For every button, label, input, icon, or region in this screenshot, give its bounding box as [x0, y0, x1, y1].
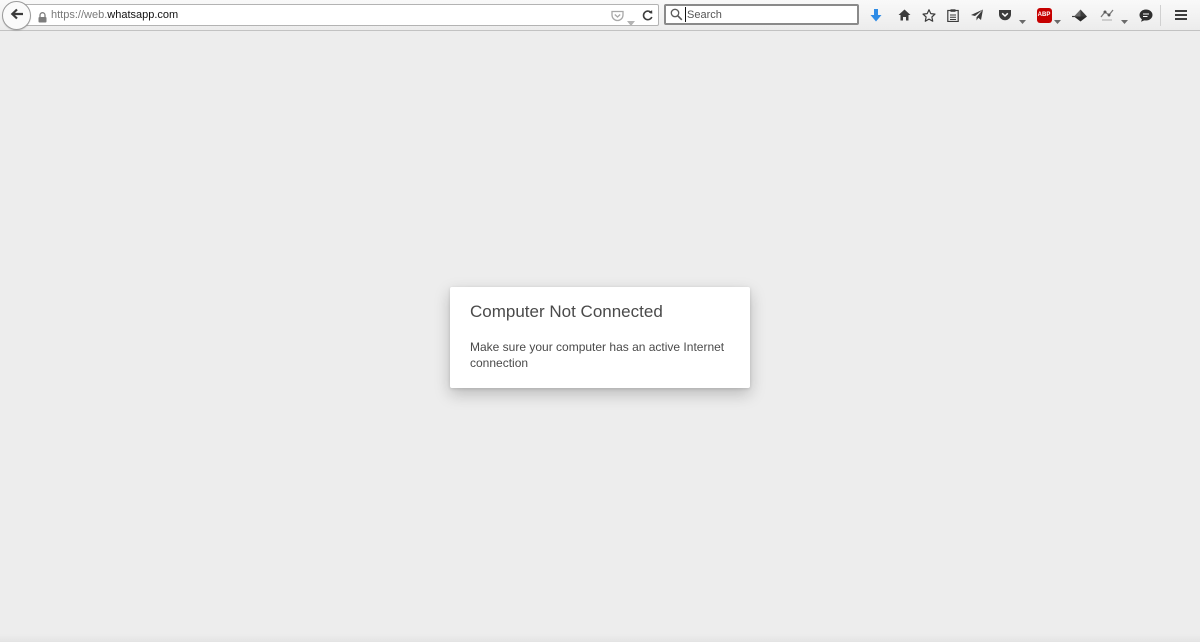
cloud-sync-icon[interactable]	[1071, 6, 1089, 24]
search-icon[interactable]	[670, 8, 683, 26]
reading-list-icon[interactable]	[944, 6, 962, 24]
pocket-icon[interactable]	[611, 9, 624, 27]
adblock-dropdown-icon[interactable]	[1054, 11, 1061, 29]
lock-icon[interactable]	[38, 10, 47, 28]
toolbar-separator	[1160, 5, 1161, 26]
browser-toolbar: https://web.whatsapp.com Search ABP	[0, 0, 1200, 31]
reload-icon[interactable]	[641, 9, 654, 27]
bottom-shadow	[0, 634, 1200, 642]
url-bar[interactable]: https://web.whatsapp.com	[18, 4, 659, 26]
chat-icon[interactable]	[1137, 6, 1155, 24]
dialog-message: Make sure your computer has an active In…	[470, 340, 725, 370]
menu-icon[interactable]	[1172, 6, 1190, 24]
extension-dropdown-icon[interactable]	[1121, 11, 1128, 29]
url-text[interactable]: https://web.whatsapp.com	[51, 9, 178, 21]
pocket-save-icon[interactable]	[996, 6, 1014, 24]
download-icon[interactable]	[867, 6, 885, 24]
back-arrow-icon	[10, 7, 24, 25]
adblock-plus-icon[interactable]: ABP	[1035, 6, 1053, 24]
bookmark-star-icon[interactable]	[920, 6, 938, 24]
back-button[interactable]	[2, 1, 31, 30]
adblock-plus-badge: ABP	[1036, 7, 1052, 23]
pocket-dropdown-icon[interactable]	[1019, 11, 1026, 29]
extension-icon[interactable]	[1098, 6, 1116, 24]
send-icon[interactable]	[968, 6, 986, 24]
search-input[interactable]	[685, 7, 853, 22]
home-icon[interactable]	[895, 6, 913, 24]
url-dropdown-icon[interactable]	[627, 13, 635, 31]
dialog-title: Computer Not Connected	[470, 302, 663, 321]
connection-error-dialog: Computer Not Connected Make sure your co…	[450, 287, 750, 388]
search-bar[interactable]	[664, 4, 859, 25]
